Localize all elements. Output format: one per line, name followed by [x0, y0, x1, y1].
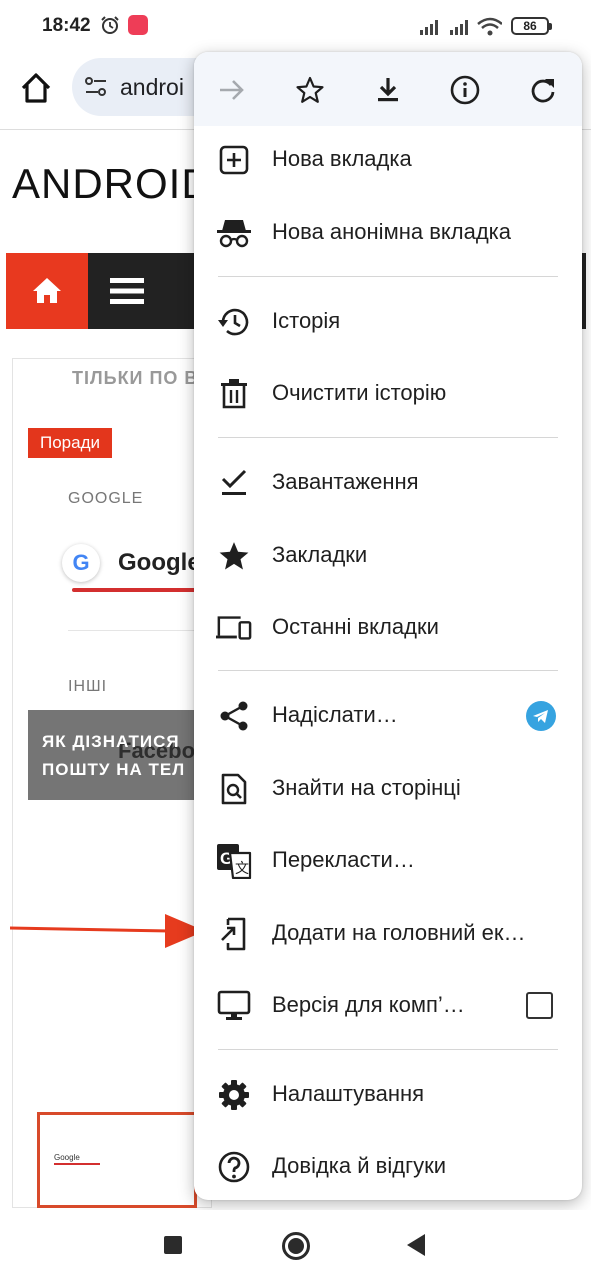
- menu-item-label: Додати на головний ек…: [272, 920, 526, 945]
- desktop-icon: [216, 988, 252, 1024]
- download-icon: [378, 78, 398, 102]
- faded-heading-text: ТІЛЬКИ ПО В: [72, 368, 199, 388]
- find-in-page-icon: [216, 771, 252, 807]
- desktop-site-checkbox[interactable]: [526, 992, 553, 1019]
- menu-item-label: Очистити історію: [272, 380, 447, 405]
- page-heading: ANDROID: [12, 160, 213, 207]
- google-section-label: GOOGLE: [68, 490, 144, 507]
- menu-item-clear-history[interactable]: Очистити історію: [194, 358, 582, 430]
- new-tab-icon: [216, 142, 252, 178]
- menu-item-label: Нова вкладка: [272, 146, 412, 171]
- overlay-title-line1: ЯК ДІЗНАТИСЯ: [42, 732, 180, 751]
- site-settings-icon[interactable]: [84, 76, 108, 98]
- other-section-label: ІНШІ: [68, 678, 108, 695]
- menu-item-find-in-page[interactable]: Знайти на сторінці: [194, 753, 582, 825]
- menu-item-add-to-home-screen[interactable]: Додати на головний ек…: [194, 898, 582, 970]
- battery-icon: 86: [511, 17, 552, 35]
- settings-gear-icon: [216, 1077, 252, 1113]
- back-button[interactable]: [405, 1232, 427, 1258]
- menu-item-history[interactable]: Історія: [194, 286, 582, 358]
- bookmark-button[interactable]: [288, 68, 332, 112]
- google-link[interactable]: Google: [118, 549, 201, 577]
- info-icon: [450, 75, 480, 105]
- menu-item-help-feedback[interactable]: Довідка й відгуки: [194, 1131, 582, 1203]
- svg-text:文: 文: [235, 860, 249, 876]
- menu-item-new-tab[interactable]: Нова вкладка: [194, 124, 582, 196]
- menu-item-translate[interactable]: G文 Перекласти…: [194, 825, 582, 897]
- status-bar: 18:42 86: [0, 0, 591, 52]
- trash-icon: [216, 376, 252, 412]
- menu-item-desktop-site[interactable]: Версія для комп’…: [194, 970, 582, 1042]
- menu-item-recent-tabs[interactable]: Останні вкладки: [194, 592, 582, 664]
- google-logo-icon: G: [62, 544, 100, 582]
- menu-item-settings[interactable]: Налаштування: [194, 1059, 582, 1131]
- nav-home-button[interactable]: [6, 253, 88, 329]
- home-icon[interactable]: [14, 66, 58, 110]
- menu-divider: [218, 670, 558, 671]
- menu-item-label: Надіслати…: [272, 702, 398, 727]
- reload-button[interactable]: [521, 68, 565, 112]
- help-icon: [216, 1149, 252, 1185]
- add-to-home-icon: [216, 916, 252, 952]
- forward-arrow-icon: [220, 80, 244, 100]
- menu-divider: [218, 276, 558, 277]
- star-icon: [296, 76, 324, 103]
- translate-icon: G文: [216, 843, 252, 879]
- menu-item-label: Знайти на сторінці: [272, 775, 461, 800]
- url-text: androi: [120, 74, 184, 100]
- download-page-button[interactable]: [366, 68, 410, 112]
- history-icon: [216, 304, 252, 340]
- download-check-icon: [216, 465, 252, 501]
- annotation-arrow-icon: [10, 914, 205, 948]
- menu-item-label: Історія: [272, 308, 341, 333]
- hamburger-menu-icon[interactable]: [110, 276, 144, 306]
- forward-button[interactable]: [210, 68, 254, 112]
- menu-item-new-incognito-tab[interactable]: Нова анонімна вкладка: [194, 197, 582, 269]
- menu-item-label: Версія для комп’…: [272, 992, 465, 1017]
- menu-item-label: Останні вкладки: [272, 614, 439, 639]
- app-notification-icon: [128, 15, 148, 35]
- page-thumbnail[interactable]: Google: [37, 1112, 197, 1208]
- star-filled-icon: [216, 538, 252, 574]
- thumbnail-underline: [54, 1163, 100, 1165]
- status-time: 18:42: [42, 15, 91, 36]
- google-underline: [72, 588, 202, 592]
- menu-item-share[interactable]: Надіслати…: [194, 680, 582, 752]
- overlay-title-line2: ПОШТУ НА ТЕЛ: [42, 760, 186, 779]
- recents-button[interactable]: [164, 1236, 182, 1254]
- browser-overflow-menu: Нова вкладка Нова анонімна вкладка Істор…: [194, 52, 582, 1200]
- menu-divider: [218, 1049, 558, 1050]
- devices-icon: [216, 610, 252, 646]
- page-info-button[interactable]: [443, 68, 487, 112]
- system-nav-bar: [0, 1210, 591, 1280]
- menu-item-label: Перекласти…: [272, 847, 415, 872]
- menu-item-bookmarks[interactable]: Закладки: [194, 520, 582, 592]
- menu-divider: [218, 437, 558, 438]
- alarm-icon: [101, 16, 119, 34]
- menu-action-row: [194, 52, 582, 126]
- battery-level: 86: [523, 19, 537, 33]
- menu-item-label: Нова анонімна вкладка: [272, 219, 512, 244]
- home-button[interactable]: [282, 1232, 310, 1260]
- home-icon: [33, 278, 61, 303]
- menu-item-label: Налаштування: [272, 1081, 425, 1106]
- share-icon: [216, 698, 252, 734]
- reload-icon: [531, 79, 555, 103]
- menu-item-label: Закладки: [272, 542, 368, 567]
- cellular-signal-icon: [420, 17, 502, 36]
- menu-item-label: Завантаження: [272, 469, 419, 494]
- thumbnail-google-label: Google: [54, 1153, 80, 1162]
- incognito-icon: [216, 215, 252, 251]
- article-overlay[interactable]: Facebo ЯК ДІЗНАТИСЯ ПОШТУ НА ТЕЛ: [28, 710, 198, 800]
- divider: [68, 630, 198, 631]
- menu-item-downloads[interactable]: Завантаження: [194, 447, 582, 519]
- category-badge[interactable]: Поради: [28, 428, 112, 458]
- telegram-icon[interactable]: [526, 701, 556, 731]
- menu-item-label: Довідка й відгуки: [272, 1153, 447, 1178]
